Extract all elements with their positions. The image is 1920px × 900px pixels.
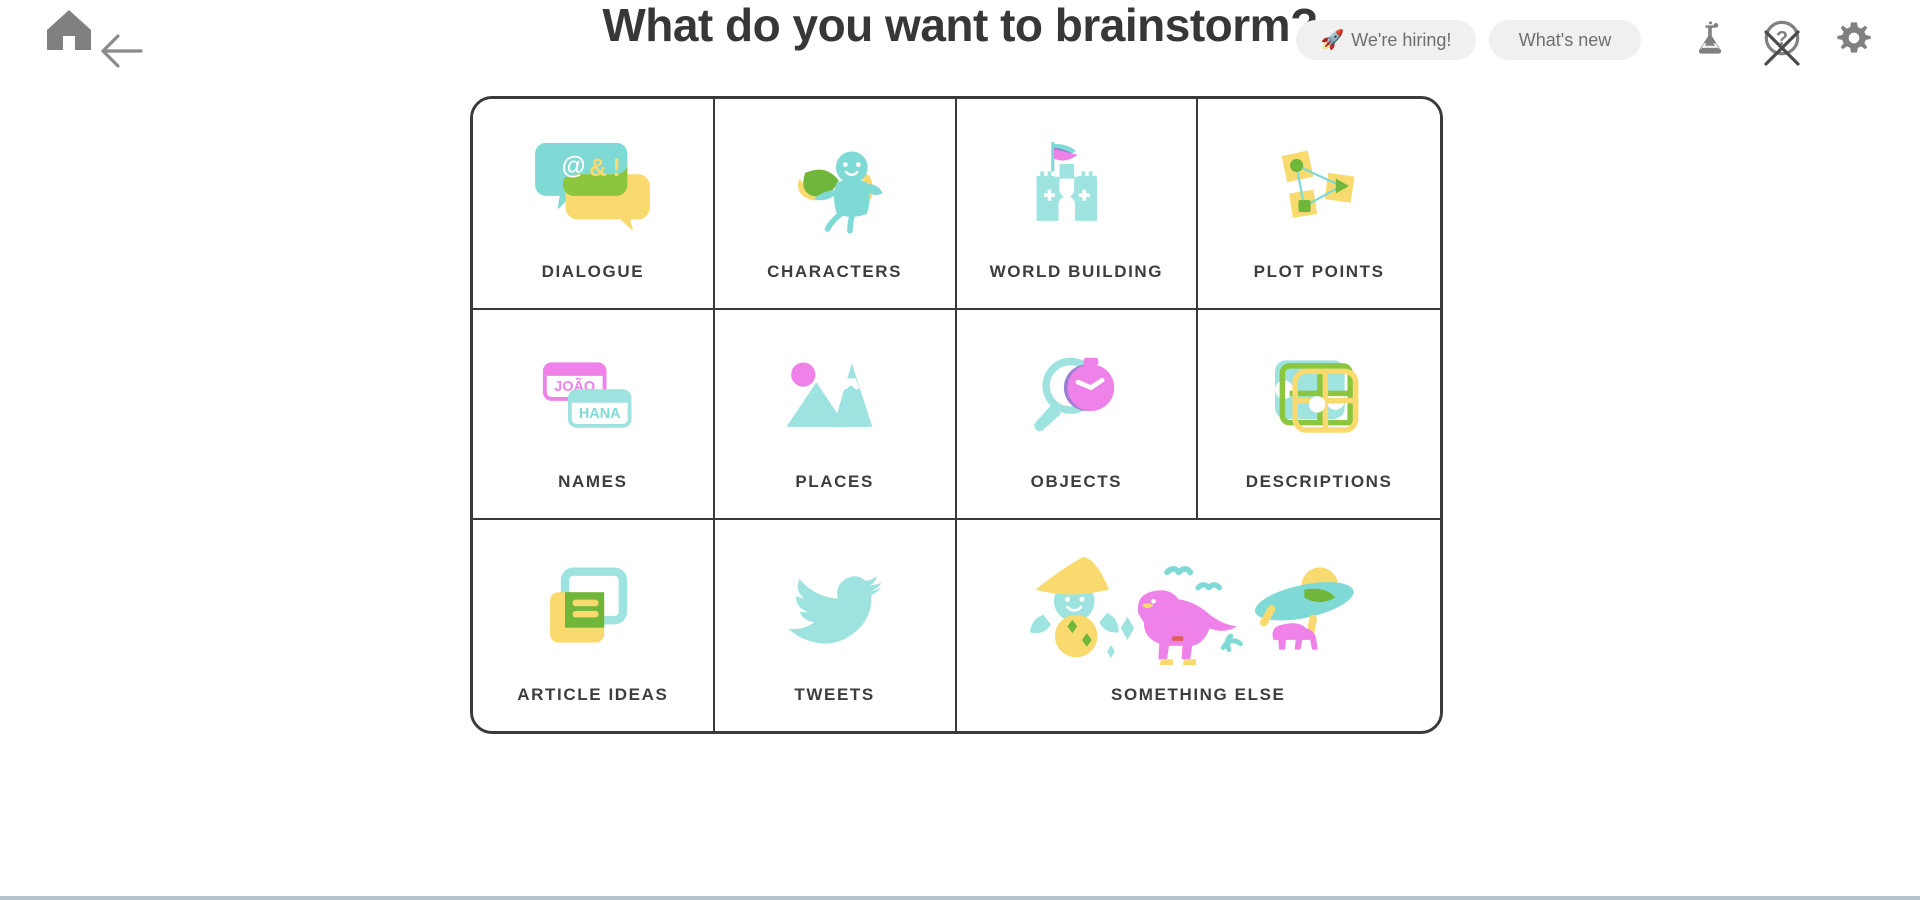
back-arrow-icon[interactable] (97, 33, 145, 69)
card-label: CHARACTERS (767, 261, 903, 281)
sticky-notes-network-art (1198, 99, 1440, 262)
speech-bubbles-art: @ & ! (473, 99, 713, 262)
were-hiring-label: We're hiring! (1351, 29, 1452, 50)
card-label: DESCRIPTIONS (1245, 472, 1393, 492)
svg-text:?: ? (1776, 28, 1788, 50)
name-tag-two-text: HANA (579, 406, 621, 422)
card-characters[interactable]: CHARACTERS (714, 99, 957, 310)
card-tweets[interactable]: TWEETS (714, 520, 957, 731)
were-hiring-button[interactable]: 🚀 We're hiring! (1296, 20, 1476, 60)
card-places[interactable]: PLACES (714, 309, 957, 521)
app-header: What do you want to brainstorm? 🚀 We're … (0, 0, 1920, 90)
twitter-bird-art (715, 520, 955, 685)
card-label: WORLD BUILDING (989, 261, 1164, 281)
footer-divider (0, 896, 1920, 900)
card-label: TWEETS (794, 685, 875, 704)
card-label: DIALOGUE (541, 261, 645, 281)
dialogue-at-symbol: @ (561, 154, 585, 181)
rocket-icon: 🚀 (1320, 29, 1345, 51)
dialogue-bang-symbol: ! (613, 156, 621, 183)
card-label: SOMETHING ELSE (1111, 685, 1286, 704)
card-label: PLACES (795, 472, 874, 492)
whats-new-button[interactable]: What's new (1489, 20, 1641, 60)
home-icon[interactable] (45, 8, 93, 52)
whats-new-label: What's new (1518, 29, 1612, 50)
gear-icon[interactable] (1828, 12, 1880, 64)
name-tags-art: JOÃO HANA (473, 310, 713, 473)
wizard-dino-ufo-art (957, 520, 1441, 685)
app-root: What do you want to brainstorm? 🚀 We're … (0, 0, 1920, 900)
card-label: PLOT POINTS (1253, 261, 1385, 281)
flask-icon[interactable] (1684, 12, 1736, 64)
fairy-character-art (715, 99, 955, 262)
help-circle-icon[interactable]: ? (1756, 12, 1808, 64)
card-names[interactable]: JOÃO HANA NAMES (473, 309, 715, 521)
article-cards-art (473, 520, 713, 685)
brainstorm-category-grid: @ & ! DIALOGUE CHARACTERS WORLD BUILDING… (470, 96, 1443, 734)
magnifier-stopwatch-art (957, 310, 1197, 473)
card-descriptions[interactable]: DESCRIPTIONS (1198, 309, 1440, 521)
card-something-else[interactable]: SOMETHING ELSE (956, 520, 1441, 731)
dialogue-amp-symbol: & (589, 156, 607, 183)
mountains-sun-art (715, 310, 955, 473)
card-world-building[interactable]: WORLD BUILDING (956, 99, 1199, 310)
abstract-grid-art (1198, 310, 1440, 473)
card-dialogue[interactable]: @ & ! DIALOGUE (473, 99, 715, 310)
card-objects[interactable]: OBJECTS (956, 309, 1199, 521)
card-plot-points[interactable]: PLOT POINTS (1198, 99, 1440, 310)
castle-art (957, 99, 1197, 262)
card-label: ARTICLE IDEAS (517, 685, 669, 704)
card-label: NAMES (558, 472, 628, 492)
card-article-ideas[interactable]: ARTICLE IDEAS (473, 520, 715, 731)
card-label: OBJECTS (1030, 472, 1123, 492)
